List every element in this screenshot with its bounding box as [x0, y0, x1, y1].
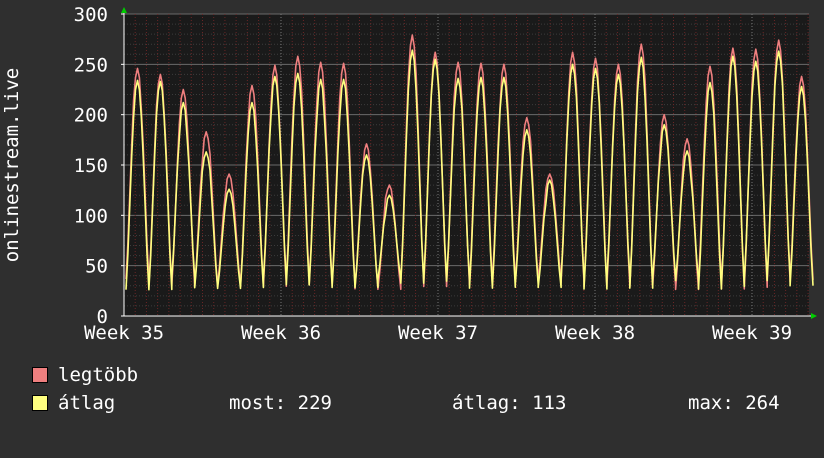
- y-axis-arrow: [121, 7, 127, 13]
- y-tick-label: 50: [85, 256, 108, 278]
- legend-label-atlag: átlag: [58, 392, 116, 414]
- y-tick-label: 100: [74, 205, 108, 227]
- y-tick-label: 150: [74, 155, 108, 177]
- stat-atlag: átlag: 113: [452, 392, 567, 414]
- legtobb-swatch: [32, 367, 48, 383]
- legend-item-atlag: átlag: [32, 392, 115, 458]
- y-axis-label: onlinestream.live: [1, 68, 23, 262]
- x-tick-label: Week 37: [398, 322, 478, 344]
- y-tick-label: 300: [74, 4, 108, 26]
- x-tick-label: Week 35: [84, 322, 164, 344]
- x-tick-label: Week 39: [712, 322, 792, 344]
- y-tick-label: 200: [74, 105, 108, 127]
- x-axis-arrow: [811, 313, 817, 319]
- stat-most: most: 229: [229, 392, 332, 414]
- stat-max: max: 264: [688, 392, 780, 414]
- y-tick-label: 250: [74, 54, 108, 76]
- legend-label-legtobb: legtöbb: [58, 364, 139, 386]
- x-tick-label: Week 38: [555, 322, 635, 344]
- atlag-swatch: [32, 395, 48, 411]
- x-tick-label: Week 36: [241, 322, 321, 344]
